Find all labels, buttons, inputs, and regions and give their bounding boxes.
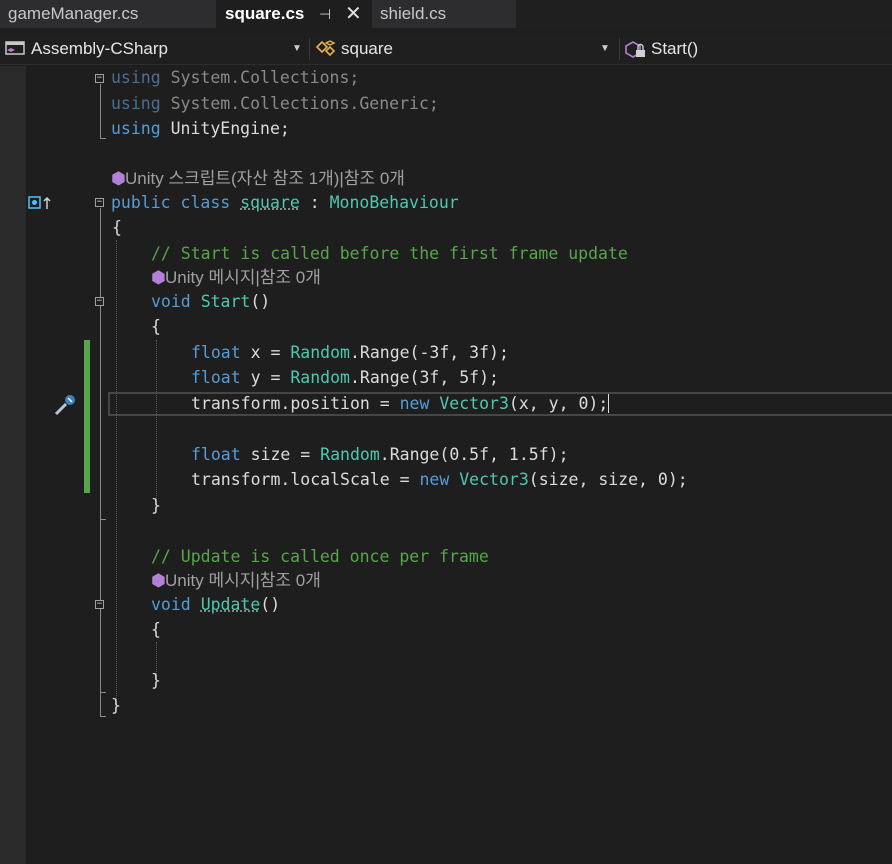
collapse-icon[interactable]: − [95,600,104,609]
project-icon [5,41,25,55]
method-icon [625,41,645,58]
project-label: Assembly-CSharp [31,39,168,58]
code-line: transform.localScale = new Vector3(size,… [191,470,688,489]
collapse-icon[interactable]: − [95,297,104,306]
chevron-down-icon: ▼ [292,43,302,54]
project-dropdown[interactable]: Assembly-CSharp ▼ [4,34,306,64]
code-line: void Start() [151,292,271,311]
override-indicator-icon[interactable] [28,196,54,212]
code-line: } [151,496,161,515]
close-icon[interactable]: ✕ [345,0,362,28]
unity-cube-icon: ⬢ [151,571,166,590]
code-line[interactable]: transform.position = new Vector3(x, y, 0… [191,392,610,416]
code-line: } [111,696,121,715]
divider [309,38,310,60]
code-comment: // Start is called before the first fram… [151,244,628,263]
pin-icon[interactable]: ⊣ [319,0,331,28]
codelens-update[interactable]: ⬢Unity 메시지|참조 0개 [151,569,321,593]
member-label: Start() [651,39,699,58]
tab-label: square.cs [225,4,305,23]
unity-cube-icon: ⬢ [111,169,126,188]
class-icon [315,40,336,57]
navigation-bar: Assembly-CSharp ▼ square ▼ Start() [0,34,892,65]
outline-guide [100,519,106,520]
outline-guide [100,208,101,716]
code-line: { [151,317,161,336]
outline-guide [100,716,106,717]
indent-guide [116,240,117,704]
code-line: float size = Random.Range(0.5f, 1.5f); [191,445,569,464]
code-line: public class square : MonoBehaviour [111,193,459,212]
tab-square[interactable]: square.cs ⊣ ✕ [217,0,371,28]
collapse-icon[interactable]: − [95,74,104,83]
divider [619,38,620,60]
tab-strip: gameManager.cs square.cs ⊣ ✕ shield.cs [0,0,892,28]
change-indicator-bar [84,340,90,493]
chevron-down-icon: ▼ [600,43,610,54]
code-line: using System.Collections; [111,68,360,87]
unity-cube-icon: ⬢ [151,268,166,287]
indent-guide [156,340,157,502]
tab-label: gameManager.cs [8,4,139,23]
tab-label: shield.cs [380,4,447,23]
tab-shield[interactable]: shield.cs [372,0,516,28]
outline-guide [100,692,106,693]
code-comment: // Update is called once per frame [151,547,489,566]
code-line: float x = Random.Range(-3f, 3f); [191,343,509,362]
code-line: using System.Collections.Generic; [111,94,439,113]
quick-actions-icon[interactable] [52,392,80,418]
code-line: { [112,218,122,237]
codelens-start[interactable]: ⬢Unity 메시지|참조 0개 [151,266,321,290]
code-line: float y = Random.Range(3f, 5f); [191,368,499,387]
type-label: square [341,39,393,58]
outline-guide [100,84,101,138]
code-line: } [151,671,161,690]
type-dropdown[interactable]: square ▼ [314,34,616,64]
tab-gamemanager[interactable]: gameManager.cs [0,0,216,28]
member-dropdown[interactable]: Start() [624,34,892,64]
code-line: void Update() [151,595,281,614]
outline-guide [100,138,106,139]
glyph-margin [0,66,26,864]
collapse-icon[interactable]: − [95,198,104,207]
code-line: using UnityEngine; [111,119,290,138]
code-line: { [151,620,161,639]
codelens-class[interactable]: ⬢Unity 스크립트(자산 참조 1개)|참조 0개 [111,167,405,191]
text-cursor [608,394,610,413]
